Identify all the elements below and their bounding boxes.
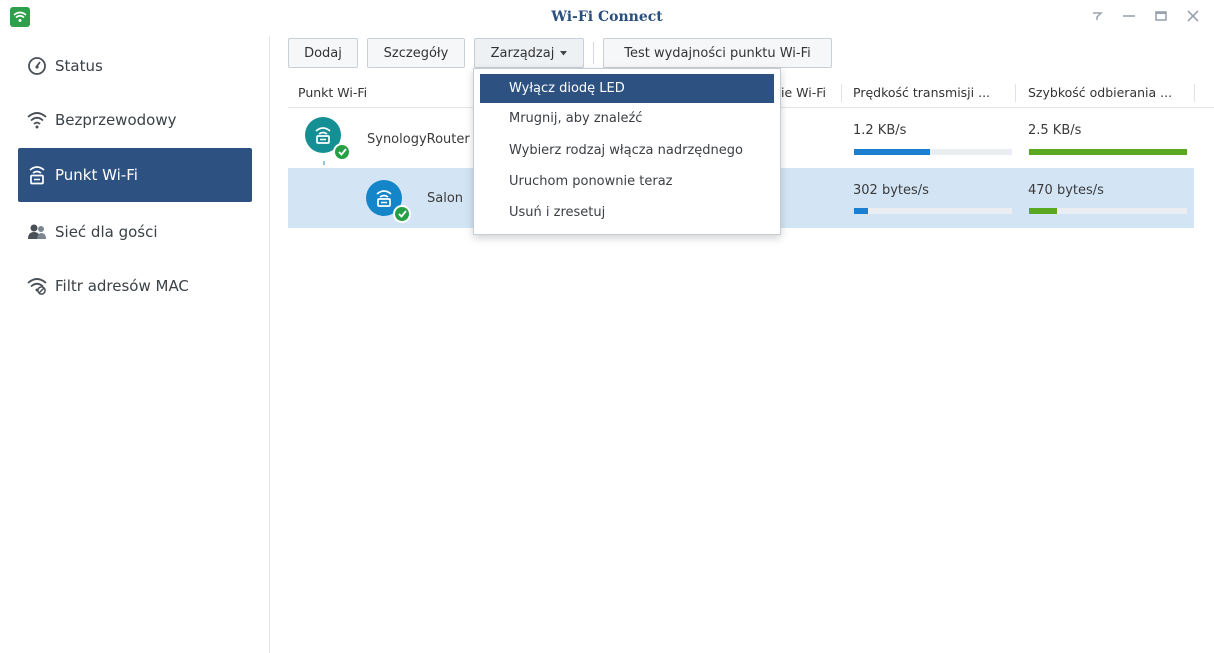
toolbar: Dodaj Szczegóły Zarządzaj Test wydajnośc…	[288, 38, 832, 68]
menu-item-disable-led[interactable]: Wyłącz diodę LED	[480, 74, 774, 103]
sidebar-item-wireless[interactable]: Bezprzewodowy	[18, 93, 252, 147]
manage-dropdown-menu: Wyłącz diodę LED Mrugnij, aby znaleźć Wy…	[473, 68, 781, 235]
help-icon[interactable]	[1088, 7, 1106, 25]
sidebar-item-label: Bezprzewodowy	[55, 111, 177, 129]
title-bar: Wi-Fi Connect	[0, 0, 1214, 36]
tx-speed-bar-fill	[854, 208, 869, 214]
column-tx-speed[interactable]: Prędkość transmisji ...	[843, 78, 1015, 108]
status-icon	[27, 56, 47, 76]
sidebar-item-guest-network[interactable]: Sieć dla gości	[18, 205, 252, 259]
wifi-point-name: SynologyRouter	[367, 132, 470, 147]
tx-speed-bar	[854, 149, 1012, 155]
sidebar-item-label: Status	[55, 57, 103, 75]
connected-check-icon	[393, 205, 411, 223]
manage-dropdown-button[interactable]: Zarządzaj	[474, 38, 584, 68]
sidebar-item-label: Filtr adresów MAC	[55, 277, 189, 295]
details-button[interactable]: Szczegóły	[367, 38, 465, 68]
menu-item-blink-to-find[interactable]: Mrugnij, aby znaleźć	[480, 104, 774, 133]
rx-speed-value: 470 bytes/s	[1028, 183, 1104, 198]
caret-down-icon	[560, 50, 568, 56]
menu-item-choose-parent-type[interactable]: Wybierz rodzaj włącza nadrzędnego	[480, 136, 774, 165]
menu-item-restart-now[interactable]: Uruchom ponownie teraz	[480, 167, 774, 196]
sidebar-item-label: Punkt Wi-Fi	[55, 166, 138, 184]
rx-speed-bar	[1029, 208, 1187, 214]
guest-icon	[27, 222, 47, 242]
manage-button-label: Zarządzaj	[490, 45, 555, 61]
toolbar-divider	[593, 42, 594, 64]
rx-speed-bar	[1029, 149, 1187, 155]
column-divider	[1194, 84, 1195, 102]
wifi-point-name: Salon	[427, 191, 464, 206]
add-button[interactable]: Dodaj	[288, 38, 358, 68]
column-divider	[841, 84, 842, 102]
tx-speed-bar-fill	[854, 149, 930, 155]
router-icon	[27, 165, 47, 185]
minimize-icon[interactable]	[1120, 7, 1138, 25]
maximize-icon[interactable]	[1152, 7, 1170, 25]
sidebar-item-wifi-point[interactable]: Punkt Wi-Fi	[18, 148, 252, 202]
rx-speed-value: 2.5 KB/s	[1028, 123, 1082, 138]
wifi-icon	[27, 110, 47, 130]
column-divider	[1015, 84, 1016, 102]
tx-speed-bar	[854, 208, 1012, 214]
wifi-test-button[interactable]: Test wydajności punktu Wi-Fi	[603, 38, 832, 68]
column-rx-speed[interactable]: Szybkość odbierania ...	[1018, 78, 1194, 108]
rx-speed-bar-fill	[1029, 149, 1187, 155]
column-wifi-point[interactable]: Punkt Wi-Fi	[288, 78, 473, 108]
menu-item-delete-reset[interactable]: Usuń i zresetuj	[480, 198, 774, 227]
sidebar-item-label: Sieć dla gości	[55, 223, 158, 241]
rx-speed-bar-fill	[1029, 208, 1058, 214]
close-icon[interactable]	[1184, 7, 1202, 25]
tx-speed-value: 1.2 KB/s	[853, 123, 907, 138]
tx-speed-value: 302 bytes/s	[853, 183, 929, 198]
sidebar: Status Bezprzewodowy Punkt Wi-Fi Sieć dl…	[0, 36, 270, 653]
mac-filter-icon	[27, 276, 47, 296]
sidebar-item-status[interactable]: Status	[18, 39, 252, 93]
sidebar-item-mac-filter[interactable]: Filtr adresów MAC	[18, 259, 252, 313]
window-title: Wi-Fi Connect	[551, 9, 663, 25]
column-wifi[interactable]: ie Wi-Fi	[781, 78, 841, 108]
connected-check-icon	[333, 143, 351, 161]
